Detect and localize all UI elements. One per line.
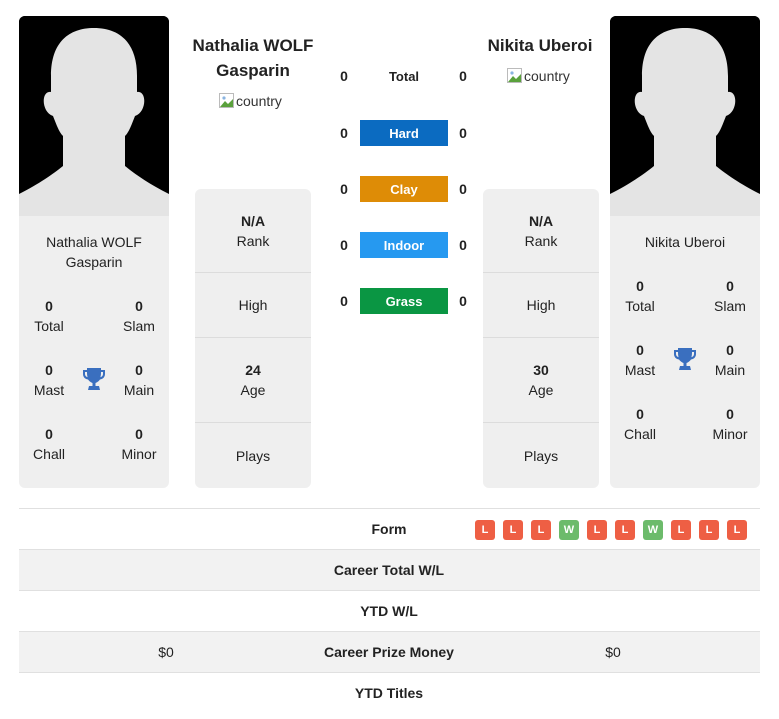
form-badge-loss[interactable]: L <box>587 520 607 540</box>
surface-badge-grass: Grass <box>360 288 448 314</box>
player2-profile-card: Nikita Uberoi 0 Total 0 Slam 0 Mast 0 Ma… <box>610 16 760 488</box>
form-badge-loss[interactable]: L <box>699 520 719 540</box>
form-badge-win[interactable]: W <box>643 520 663 540</box>
form-badges: LLLWLLWLLL <box>475 520 747 540</box>
player1-title-chall: 0 Chall <box>33 426 65 462</box>
player1-prize-money: $0 <box>158 644 174 660</box>
player2-age: 30 Age <box>483 338 599 423</box>
ytd-wl-row: YTD W/L <box>19 591 760 632</box>
player1-title-total: 0 Total <box>34 298 64 334</box>
surface-row-indoor: 0 Indoor 0 <box>330 232 480 258</box>
player1-rank: N/A Rank <box>195 189 311 273</box>
form-badge-loss[interactable]: L <box>475 520 495 540</box>
form-badge-loss[interactable]: L <box>531 520 551 540</box>
surface-badge-clay: Clay <box>360 176 448 202</box>
player2-plays: Plays <box>523 447 559 464</box>
player1-title-slam: 0 Slam <box>123 298 155 334</box>
trophy-icon <box>674 348 696 370</box>
form-badge-loss[interactable]: L <box>615 520 635 540</box>
player1-title-minor: 0 Minor <box>121 426 157 462</box>
player2-title-slam: 0 Slam <box>714 278 746 314</box>
player2-title-main: 0 Main <box>714 342 746 378</box>
player-silhouette-icon <box>19 16 169 216</box>
form-badge-loss[interactable]: L <box>503 520 523 540</box>
player1-info-card: N/A Rank High 24 Age Plays <box>195 189 311 488</box>
player2-photo <box>610 16 760 216</box>
career-total-wl-row: Career Total W/L <box>19 550 760 591</box>
surface-badge-hard: Hard <box>360 120 448 146</box>
ytd-titles-row: YTD Titles <box>354 685 424 701</box>
player2-title-total: 0 Total <box>625 278 655 314</box>
form-badge-win[interactable]: W <box>559 520 579 540</box>
player2-title-mast: 0 Mast <box>624 342 656 378</box>
surface-row-hard: 0 Hard 0 <box>330 120 480 146</box>
player1-country-flag: country <box>219 93 282 109</box>
player1-plays: Plays <box>235 447 271 464</box>
form-label: Form <box>371 521 407 537</box>
surface-badge-indoor: Indoor <box>360 232 448 258</box>
player1-header-name[interactable]: Nathalia WOLF Gasparin <box>180 33 326 83</box>
player2-info-card: N/A Rank High 30 Age Plays <box>483 189 599 488</box>
player-silhouette-icon <box>610 16 760 216</box>
player2-high: High <box>483 273 599 338</box>
player1-card-name: Nathalia WOLF Gasparin <box>46 234 142 270</box>
broken-image-icon <box>219 93 235 109</box>
player1-high: High <box>195 273 311 338</box>
player1-title-main: 0 Main <box>123 362 155 398</box>
player2-title-minor: 0 Minor <box>712 406 748 442</box>
surface-row-clay: 0 Clay 0 <box>330 176 480 202</box>
player1-age: 24 Age <box>195 338 311 423</box>
form-badge-loss[interactable]: L <box>671 520 691 540</box>
broken-image-icon <box>507 68 523 84</box>
player2-rank: N/A Rank <box>483 189 599 273</box>
player1-profile-card: Nathalia WOLF Gasparin 0 Total 0 Slam 0 … <box>19 16 169 488</box>
form-row: Form LLLWLLWLLL <box>19 509 760 550</box>
surface-label-total: Total <box>388 68 420 84</box>
player2-title-chall: 0 Chall <box>624 406 656 442</box>
surface-row-total: 0 Total 0 <box>330 63 480 89</box>
player2-country-flag: country <box>507 68 570 84</box>
career-prize-money-row: $0 Career Prize Money $0 <box>19 632 760 673</box>
comparison-table: Form LLLWLLWLLL Career Total W/L YTD W/L… <box>19 508 760 714</box>
surface-row-grass: 0 Grass 0 <box>330 288 480 314</box>
form-badge-loss[interactable]: L <box>727 520 747 540</box>
player2-header-name[interactable]: Nikita Uberoi <box>470 33 610 58</box>
player1-title-mast: 0 Mast <box>33 362 65 398</box>
player2-prize-money: $0 <box>605 644 621 660</box>
trophy-icon <box>83 368 105 390</box>
player2-card-name: Nikita Uberoi <box>644 234 726 250</box>
player1-photo <box>19 16 169 216</box>
